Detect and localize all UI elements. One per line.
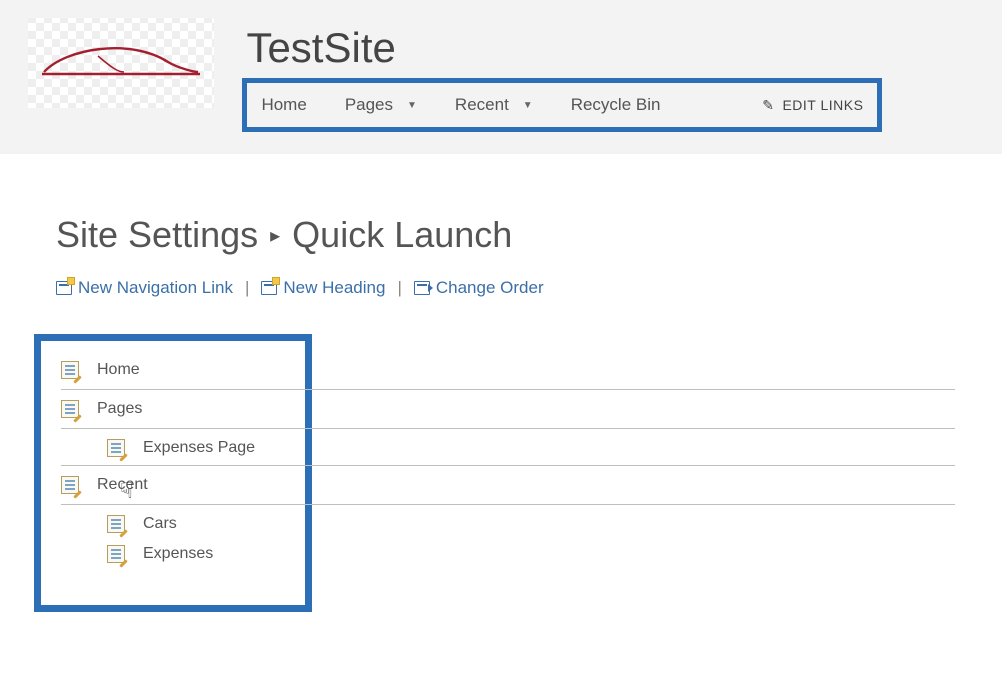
change-order-icon [414, 281, 430, 295]
page-edit-icon [61, 476, 79, 494]
page-edit-icon [61, 361, 79, 379]
main-content: Site Settings ▸ Quick Launch New Navigat… [0, 154, 1002, 632]
nav-label: Recent [455, 95, 509, 115]
quick-launch-panel: Home Pages Expenses Page Recent Cars Exp… [34, 334, 312, 612]
chevron-down-icon: ▼ [523, 100, 533, 111]
ql-label: Pages [97, 400, 142, 418]
breadcrumb-sep-icon: ▸ [270, 223, 280, 248]
header: TestSite Home Pages ▼ Recent ▼ Recycle B… [0, 0, 1002, 154]
page-edit-icon [107, 439, 125, 457]
new-heading[interactable]: New Heading [261, 278, 385, 298]
nav-home[interactable]: Home [261, 95, 306, 115]
action-label: Change Order [436, 278, 544, 298]
nav-label: Pages [345, 95, 393, 115]
ql-heading-pages[interactable]: Pages [41, 394, 305, 424]
breadcrumb-parent[interactable]: Site Settings [56, 214, 258, 256]
ql-label: Expenses Page [143, 439, 255, 457]
divider: | [397, 278, 401, 298]
ql-item-expenses-page[interactable]: Expenses Page [41, 433, 305, 463]
pencil-icon: ✎ [762, 97, 774, 114]
nav-recent[interactable]: Recent ▼ [455, 95, 533, 115]
site-logo[interactable] [28, 18, 214, 108]
action-label: New Heading [283, 278, 385, 298]
divider: | [245, 278, 249, 298]
top-navigation: Home Pages ▼ Recent ▼ Recycle Bin ✎ EDIT… [242, 78, 882, 132]
edit-links-button[interactable]: ✎ EDIT LINKS [762, 97, 863, 114]
ql-heading-recent[interactable]: Recent [41, 470, 305, 500]
ql-label: Expenses [143, 545, 213, 563]
ql-item-expenses[interactable]: Expenses [41, 539, 305, 569]
divider [61, 389, 955, 390]
breadcrumb-current: Quick Launch [292, 214, 512, 256]
chevron-down-icon: ▼ [407, 100, 417, 111]
change-order[interactable]: Change Order [414, 278, 544, 298]
page-edit-icon [61, 400, 79, 418]
ql-item-cars[interactable]: Cars [41, 509, 305, 539]
new-link-icon [56, 281, 72, 295]
nav-label: Recycle Bin [571, 95, 661, 115]
nav-pages[interactable]: Pages ▼ [345, 95, 417, 115]
divider [61, 504, 955, 505]
divider [61, 465, 955, 466]
new-navigation-link[interactable]: New Navigation Link [56, 278, 233, 298]
ql-label: Cars [143, 515, 177, 533]
page-edit-icon [107, 545, 125, 563]
car-logo-icon [36, 42, 206, 86]
ql-heading-home[interactable]: Home [41, 355, 305, 385]
edit-links-label: EDIT LINKS [782, 97, 863, 113]
action-bar: New Navigation Link | New Heading | Chan… [56, 278, 982, 298]
nav-label: Home [261, 95, 306, 115]
header-right: TestSite Home Pages ▼ Recent ▼ Recycle B… [242, 18, 882, 132]
ql-label: Recent [97, 476, 148, 494]
site-title[interactable]: TestSite [246, 24, 882, 72]
nav-recycle-bin[interactable]: Recycle Bin [571, 95, 661, 115]
page-edit-icon [107, 515, 125, 533]
breadcrumb: Site Settings ▸ Quick Launch [56, 214, 982, 256]
action-label: New Navigation Link [78, 278, 233, 298]
new-heading-icon [261, 281, 277, 295]
divider [61, 428, 955, 429]
ql-label: Home [97, 361, 140, 379]
